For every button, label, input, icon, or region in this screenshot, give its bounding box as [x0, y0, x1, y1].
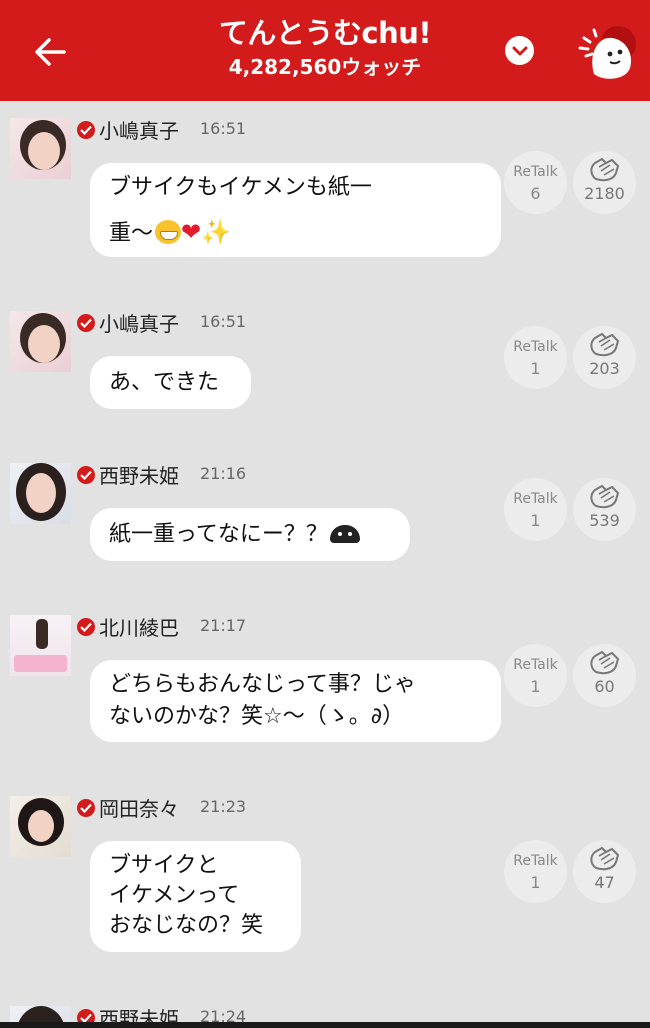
app-header: てんとうむchu! 4,282,560ウォッチ: [0, 0, 650, 101]
member-name[interactable]: 小嶋真子: [99, 308, 179, 337]
clap-count: 47: [594, 873, 615, 892]
retalk-button[interactable]: ReTalk 1: [504, 326, 567, 389]
clap-button[interactable]: 2180: [573, 151, 636, 214]
verified-badge-icon: [77, 121, 95, 139]
message-text: 紙一重ってなにー？？: [109, 522, 328, 547]
message-bubble: 紙一重ってなにー？？: [90, 508, 410, 561]
message-time: 16:51: [200, 119, 247, 138]
retalk-label: ReTalk: [513, 339, 558, 355]
watch-count: 4,282,560ウォッチ: [228, 55, 422, 79]
chevron-down-icon: [512, 46, 527, 55]
member-name[interactable]: 岡田奈々: [99, 793, 179, 822]
verified-badge-icon: [77, 314, 95, 332]
clap-button[interactable]: 203: [573, 326, 636, 389]
retalk-button[interactable]: ReTalk 1: [504, 478, 567, 541]
clap-button[interactable]: 60: [573, 644, 636, 707]
retalk-button[interactable]: ReTalk 1: [504, 840, 567, 903]
message-bubble: ブサイクもイケメンも紙一 重〜 ❤✨: [90, 163, 501, 257]
clap-count: 2180: [584, 184, 625, 203]
message-bubble: どちらもおんなじって事？じゃ ないのかな？笑☆〜（ゝ。∂）: [90, 660, 501, 742]
retalk-label: ReTalk: [513, 853, 558, 869]
verified-badge-icon: [77, 466, 95, 484]
message-time: 21:23: [200, 797, 247, 816]
clap-icon: [590, 332, 620, 357]
clap-count: 203: [589, 359, 620, 378]
retalk-button[interactable]: ReTalk 6: [504, 151, 567, 214]
retalk-count: 1: [530, 511, 541, 530]
clap-icon: [590, 650, 620, 675]
retalk-label: ReTalk: [513, 164, 558, 180]
android-face-icon: [329, 525, 360, 543]
message-text: どちらもおんなじって事？じゃ ないのかな？笑☆〜（ゝ。∂）: [109, 672, 416, 729]
message-text: あ、できた: [109, 370, 220, 395]
retalk-count: 1: [530, 359, 541, 378]
avatar[interactable]: [10, 615, 71, 676]
avatar[interactable]: [10, 796, 71, 857]
retalk-count: 1: [530, 677, 541, 696]
retalk-label: ReTalk: [513, 491, 558, 507]
page-title: てんとうむchu!: [218, 16, 432, 50]
red-heart-icon: ❤: [181, 218, 202, 246]
message-time: 21:17: [200, 616, 247, 635]
mascot-icon: [578, 26, 636, 79]
avatar[interactable]: [10, 118, 71, 179]
clap-icon: [590, 157, 620, 182]
clap-icon: [590, 846, 620, 871]
retalk-button[interactable]: ReTalk 1: [504, 644, 567, 707]
message-bubble: ブサイクと イケメンって おなじなの？笑: [90, 841, 301, 952]
clap-button[interactable]: 47: [573, 840, 636, 903]
retalk-count: 1: [530, 873, 541, 892]
grinning-face-icon: [155, 220, 182, 244]
mascot-button[interactable]: [574, 24, 638, 82]
member-name[interactable]: 北川綾巴: [99, 612, 179, 641]
sparkles-icon: ✨: [201, 218, 232, 246]
retalk-label: ReTalk: [513, 657, 558, 673]
message-text: ブサイクもイケメンも紙一 重〜: [109, 175, 372, 246]
member-name[interactable]: 小嶋真子: [99, 115, 179, 144]
message-text: ブサイクと イケメンって おなじなの？笑: [109, 853, 264, 938]
avatar[interactable]: [10, 463, 71, 524]
message-time: 16:51: [200, 312, 247, 331]
clap-count: 539: [589, 511, 620, 530]
message-bubble: あ、できた: [90, 356, 251, 409]
retalk-count: 6: [530, 184, 541, 203]
screen-bottom-edge: [0, 1022, 650, 1028]
dropdown-button[interactable]: [505, 36, 534, 65]
verified-badge-icon: [77, 618, 95, 636]
clap-count: 60: [594, 677, 615, 696]
clap-icon: [590, 484, 620, 509]
avatar[interactable]: [10, 311, 71, 372]
verified-badge-icon: [77, 799, 95, 817]
clap-button[interactable]: 539: [573, 478, 636, 541]
member-name[interactable]: 西野未姫: [99, 460, 179, 489]
message-time: 21:16: [200, 464, 247, 483]
